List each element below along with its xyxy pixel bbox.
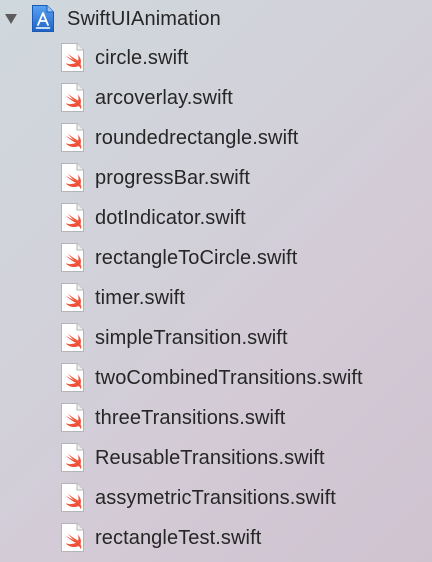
file-item[interactable]: assymetricTransitions.swift — [0, 478, 432, 518]
file-item[interactable]: threeTransitions.swift — [0, 398, 432, 438]
file-name: twoCombinedTransitions.swift — [95, 367, 363, 389]
swift-file-icon — [61, 523, 84, 552]
swift-file-icon — [61, 43, 84, 72]
swift-file-icon — [61, 83, 84, 112]
project-navigator: SwiftUIAnimation circle.swift arcoverlay… — [0, 0, 432, 562]
xcode-project-icon — [32, 5, 54, 32]
file-item[interactable]: twoCombinedTransitions.swift — [0, 358, 432, 398]
file-item[interactable]: ReusableTransitions.swift — [0, 438, 432, 478]
file-name: rectangleTest.swift — [95, 527, 262, 549]
swift-file-icon — [61, 123, 84, 152]
file-name: timer.swift — [95, 287, 185, 309]
project-name: SwiftUIAnimation — [67, 8, 221, 30]
file-item[interactable]: timer.swift — [0, 278, 432, 318]
file-name: ReusableTransitions.swift — [95, 447, 325, 469]
swift-file-icon — [61, 323, 84, 352]
file-item[interactable]: simpleTransition.swift — [0, 318, 432, 358]
file-name: arcoverlay.swift — [95, 87, 233, 109]
swift-file-icon — [61, 283, 84, 312]
swift-file-icon — [61, 243, 84, 272]
swift-file-icon — [61, 443, 84, 472]
file-name: roundedrectangle.swift — [95, 127, 299, 149]
swift-file-icon — [61, 483, 84, 512]
file-name: threeTransitions.swift — [95, 407, 286, 429]
file-item[interactable]: arcoverlay.swift — [0, 78, 432, 118]
swift-file-icon — [61, 203, 84, 232]
file-name: assymetricTransitions.swift — [95, 487, 336, 509]
project-row[interactable]: SwiftUIAnimation — [0, 0, 432, 38]
file-name: circle.swift — [95, 47, 189, 69]
file-item[interactable]: rectangleToCircle.swift — [0, 238, 432, 278]
file-name: rectangleToCircle.swift — [95, 247, 298, 269]
disclosure-triangle-expanded-icon[interactable] — [4, 12, 18, 26]
file-name: progressBar.swift — [95, 167, 251, 189]
swift-file-icon — [61, 403, 84, 432]
file-name: simpleTransition.swift — [95, 327, 288, 349]
swift-file-icon — [61, 163, 84, 192]
swift-file-icon — [61, 363, 84, 392]
file-name: dotIndicator.swift — [95, 207, 246, 229]
file-list: circle.swift arcoverlay.swift roundedrec… — [0, 38, 432, 558]
file-item[interactable]: dotIndicator.swift — [0, 198, 432, 238]
file-item[interactable]: rectangleTest.swift — [0, 518, 432, 558]
file-item[interactable]: circle.swift — [0, 38, 432, 78]
file-item[interactable]: roundedrectangle.swift — [0, 118, 432, 158]
file-item[interactable]: progressBar.swift — [0, 158, 432, 198]
